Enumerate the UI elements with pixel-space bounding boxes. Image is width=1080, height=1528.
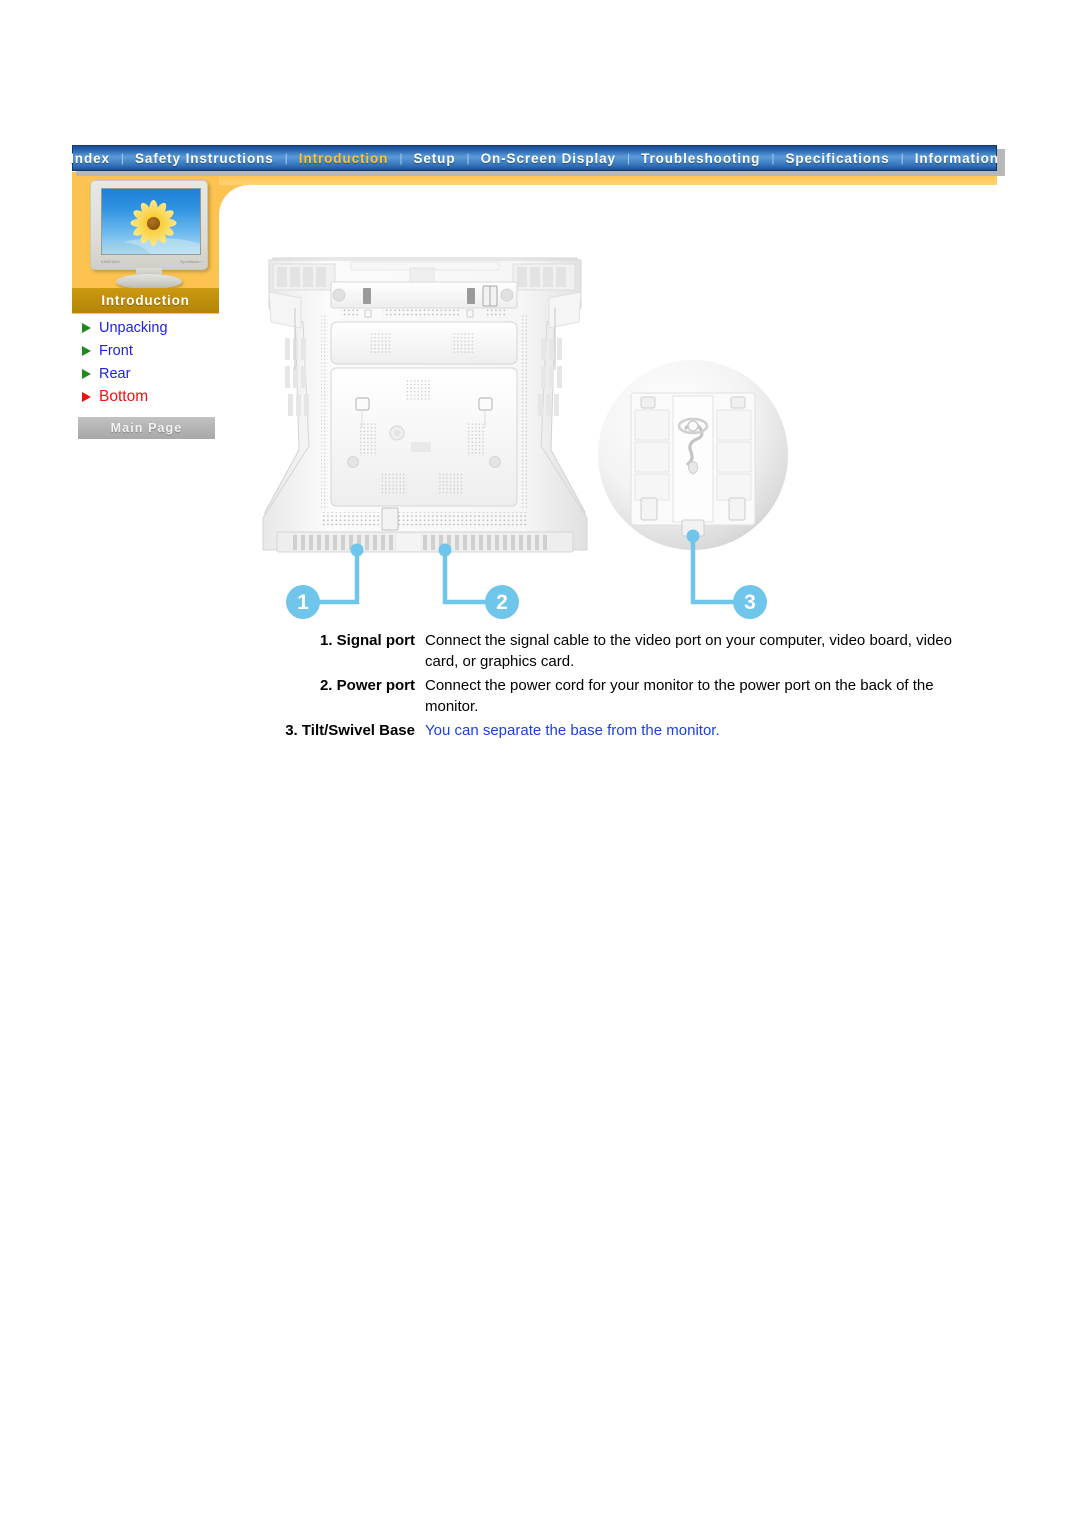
nav-separator: | (284, 151, 288, 165)
vent-right-flank (538, 338, 562, 416)
vent-top-right (512, 263, 576, 291)
callout-2-anchor-dot (438, 543, 452, 557)
nav-item-introduction[interactable]: Introduction (290, 151, 398, 166)
description-text: Connect the power cord for your monitor … (425, 677, 934, 715)
nav-item-troubleshooting[interactable]: Troubleshooting (632, 151, 769, 166)
sidebar-item-label: Bottom (99, 387, 149, 405)
sidebar-section-title: Introduction (101, 293, 190, 308)
tilt-swivel-base-illustration (598, 360, 788, 550)
description-row: 1. Signal port Connect the signal cable t… (253, 630, 983, 672)
nav-separator: | (120, 151, 125, 165)
triangle-bullet-icon (82, 345, 91, 356)
sidebar-monitor-thumbnail: SAMSUNG SyncMaster (88, 180, 212, 289)
sidebar-item-label: Rear (99, 365, 131, 382)
description-row: 2. Power port Connect the power cord for … (253, 675, 983, 717)
vent-left-flank (285, 338, 309, 416)
callout-2-number: 2 (496, 591, 508, 614)
sunflower-icon (128, 199, 178, 247)
sidebar-item-bottom[interactable]: Bottom (78, 385, 228, 408)
vent-top-left (272, 263, 336, 291)
thumbnail-monitor-base (116, 274, 182, 289)
thumbnail-brand-left: SAMSUNG (101, 259, 121, 264)
monitor-bottom-diagram: 1 2 3 (255, 250, 835, 630)
monitor-bottom-illustration: 1 2 3 (262, 257, 788, 619)
triangle-bullet-icon (82, 368, 91, 379)
sidebar-item-label: Unpacking (99, 319, 168, 336)
sunflower-center (146, 216, 160, 230)
sidebar-item-front[interactable]: Front (78, 339, 228, 362)
nav-item-on-screen-display[interactable]: On-Screen Display (472, 151, 625, 166)
sidebar-item-unpacking[interactable]: Unpacking (78, 316, 228, 339)
description-label: 3. Tilt/Swivel Base (285, 722, 415, 739)
description-label: 2. Power port (319, 677, 415, 694)
thumbnail-brand-right: SyncMaster (180, 259, 201, 264)
callout-2-leader (442, 550, 487, 605)
callout-3-number: 3 (744, 591, 756, 614)
sidebar-menu: Unpacking Front Rear Bottom (78, 316, 228, 408)
top-navigation: Index | Safety Instructions | Introduction | S… (70, 145, 1005, 176)
sidebar-item-label: Front (99, 342, 133, 359)
thumbnail-monitor-body: SAMSUNG SyncMaster (90, 180, 208, 270)
nav-item-setup[interactable]: Setup (404, 151, 464, 166)
main-page-button[interactable]: Main Page (78, 417, 215, 439)
nav-separator: | (900, 151, 904, 165)
description-label: 1. Signal port (319, 632, 415, 649)
port-description-table: 1. Signal port Connect the signal cable t… (253, 630, 983, 744)
nav-item-safety-instructions[interactable]: Safety Instructions (126, 151, 283, 166)
description-text: You can separate the base from the monit… (425, 722, 720, 739)
triangle-bullet-icon (82, 322, 91, 333)
nav-item-information[interactable]: Information (906, 151, 1008, 166)
nav-item-index[interactable]: Index (61, 151, 119, 166)
thumbnail-monitor-screen (101, 188, 201, 255)
main-page-button-label: Main Page (110, 421, 183, 435)
thumbnail-monitor-bezel-row: SAMSUNG SyncMaster (101, 257, 201, 266)
triangle-bullet-icon (82, 391, 91, 402)
description-row: 3. Tilt/Swivel Base You can separate the … (253, 720, 983, 741)
sidebar-item-rear[interactable]: Rear (78, 362, 228, 385)
page-root: SAMSUNG SyncMaster Index | Safety Instruct… (0, 0, 1080, 1528)
nav-separator: | (771, 151, 775, 165)
callout-3-anchor-dot (686, 529, 700, 543)
nav-separator: | (466, 151, 470, 165)
nav-separator: | (626, 151, 631, 165)
description-text: Connect the signal cable to the video po… (425, 632, 952, 670)
nav-item-specifications[interactable]: Specifications (776, 151, 898, 166)
callout-1-number: 1 (297, 591, 309, 614)
sidebar-section-header: Introduction (72, 288, 219, 313)
callout-1-anchor-dot (350, 543, 364, 557)
nav-separator: | (399, 151, 403, 165)
navigation-bar: Index | Safety Instructions | Introduction | S… (70, 145, 998, 171)
callout-1-leader (317, 550, 360, 605)
